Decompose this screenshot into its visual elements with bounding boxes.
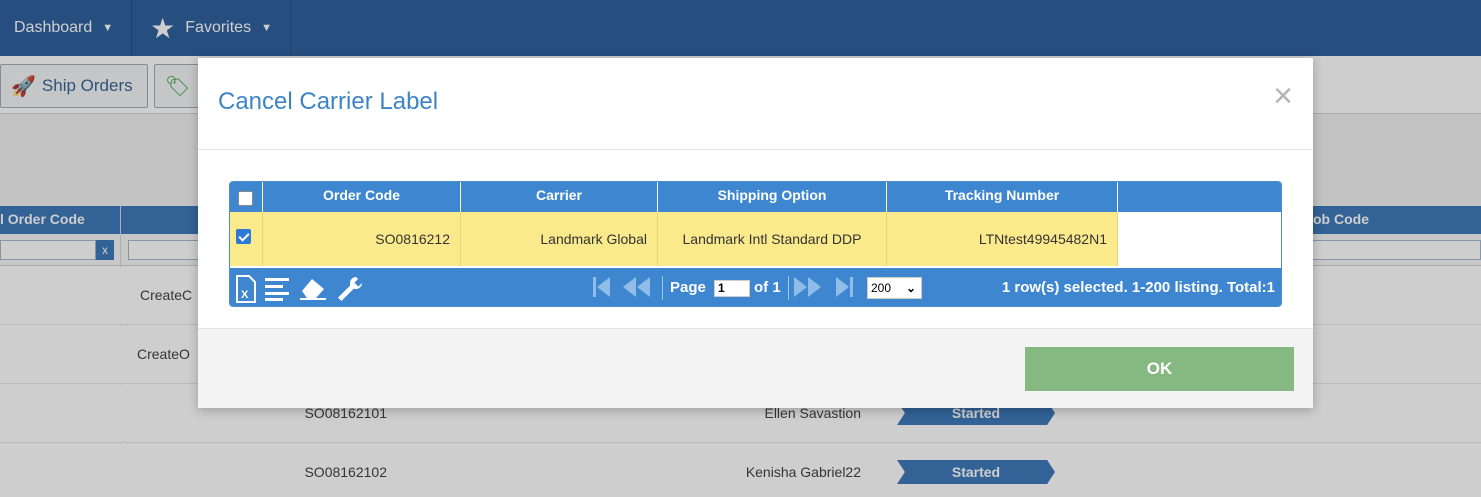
row-select-cell bbox=[230, 212, 263, 266]
col-shipping-option[interactable]: Shipping Option bbox=[658, 182, 887, 212]
grid-pager: X Page 1 of 1 200 ⌄ 1 row(s) selected. 1… bbox=[230, 268, 1281, 306]
table-row[interactable]: SO0816212 Landmark Global Landmark Intl … bbox=[230, 212, 1281, 266]
selection-status-text: 1 row(s) selected. 1-200 listing. Total:… bbox=[1001, 279, 1275, 296]
pager-separator bbox=[662, 276, 663, 300]
previous-page-icon[interactable] bbox=[622, 275, 652, 305]
ok-button[interactable]: OK bbox=[1025, 347, 1294, 391]
header-select-all-cell bbox=[230, 182, 263, 212]
last-page-icon[interactable] bbox=[834, 275, 854, 305]
order-code-cell: SO0816212 bbox=[263, 212, 461, 266]
tracking-number-cell: LTNtest49945482N1 bbox=[887, 212, 1118, 266]
shipping-option-cell: Landmark Intl Standard DDP bbox=[658, 212, 887, 266]
dialog-title: Cancel Carrier Label bbox=[218, 88, 439, 115]
grid-header: Order Code Carrier Shipping Option Track… bbox=[230, 182, 1281, 212]
page-number-input[interactable]: 1 bbox=[714, 280, 750, 297]
page-label: Page bbox=[670, 279, 706, 296]
dialog-header: Cancel Carrier Label × bbox=[198, 58, 1313, 150]
carrier-label-grid: Order Code Carrier Shipping Option Track… bbox=[229, 181, 1282, 307]
carrier-cell: Landmark Global bbox=[461, 212, 658, 266]
next-page-icon[interactable] bbox=[792, 275, 822, 305]
eraser-icon[interactable] bbox=[298, 275, 328, 306]
row-select-checkbox[interactable] bbox=[236, 229, 251, 244]
close-icon[interactable]: × bbox=[1273, 76, 1293, 116]
col-order-code[interactable]: Order Code bbox=[263, 182, 461, 212]
wrench-icon[interactable] bbox=[336, 275, 364, 306]
col-carrier[interactable]: Carrier bbox=[461, 182, 658, 212]
first-page-icon[interactable] bbox=[592, 275, 612, 305]
page-size-value: 200 bbox=[871, 281, 892, 295]
pager-separator bbox=[788, 276, 789, 300]
page-size-select[interactable]: 200 ⌄ bbox=[867, 277, 922, 299]
dialog-body: Order Code Carrier Shipping Option Track… bbox=[198, 150, 1313, 328]
chevron-down-icon: ⌄ bbox=[905, 281, 916, 295]
select-all-checkbox[interactable] bbox=[238, 191, 253, 206]
export-excel-icon[interactable]: X bbox=[234, 275, 258, 306]
svg-text:X: X bbox=[241, 289, 249, 301]
dialog-footer: OK bbox=[198, 328, 1313, 408]
col-tracking-number[interactable]: Tracking Number bbox=[887, 182, 1118, 212]
columns-icon[interactable] bbox=[264, 275, 290, 306]
page-count-label: of 1 bbox=[754, 279, 781, 296]
cancel-carrier-label-dialog: Cancel Carrier Label × Order Code Carrie… bbox=[198, 58, 1313, 408]
